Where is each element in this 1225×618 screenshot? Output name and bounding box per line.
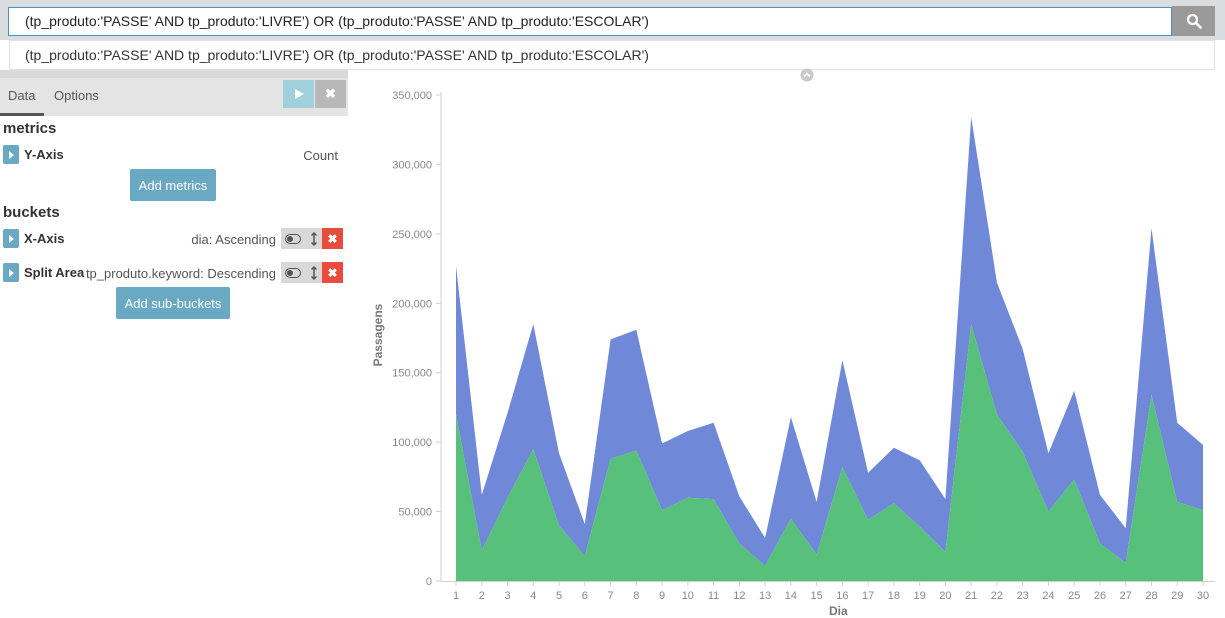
x-tick-label: 6 (582, 590, 588, 602)
x-tick-label: 10 (682, 590, 694, 602)
x-tick-label: 28 (1145, 590, 1157, 602)
drag-vertical-icon (310, 265, 317, 280)
tab-options[interactable]: Options (54, 88, 99, 103)
add-sub-buckets-button[interactable]: Add sub-buckets (116, 287, 230, 319)
close-icon: ✖ (325, 86, 336, 101)
x-axis-controls: ✖ (281, 228, 343, 249)
expand-y-axis-button[interactable] (3, 145, 19, 164)
remove-split-area-button[interactable]: ✖ (322, 262, 343, 283)
split-area-desc: tp_produto.keyword: Descending (85, 266, 276, 281)
toggle-split-area-button[interactable] (281, 262, 305, 283)
y-tick-label: 200,000 (392, 298, 432, 310)
x-tick-label: 3 (504, 590, 510, 602)
x-tick-label: 7 (607, 590, 613, 602)
move-split-area-handle[interactable] (305, 262, 322, 283)
x-tick-label: 11 (708, 590, 719, 602)
x-axis-title: Dia (829, 604, 848, 618)
x-tick-label: 1 (453, 590, 459, 602)
query-bar: (tp_produto:'PASSE' AND tp_produto:'LIVR… (0, 0, 1225, 40)
editor-sidebar: Data Options ✖ metrics Y-Axis Count Add … (0, 70, 348, 614)
x-tick-label: 22 (991, 590, 1003, 602)
caret-right-icon (9, 150, 14, 159)
y-tick-label: 250,000 (392, 229, 432, 241)
tab-active-indicator (0, 113, 44, 116)
play-icon (294, 89, 304, 99)
x-tick-label: 18 (888, 590, 900, 602)
x-tick-label: 23 (1017, 590, 1029, 602)
x-tick-label: 30 (1197, 590, 1209, 602)
expand-x-axis-button[interactable] (3, 229, 19, 248)
bucket-split-area-row: Split Area tp_produto.keyword: Descendin… (0, 262, 348, 285)
split-area-label: Split Area (24, 265, 85, 280)
query-input[interactable]: (tp_produto:'PASSE' AND tp_produto:'LIVR… (8, 7, 1172, 36)
sidebar-top-strip (0, 70, 348, 78)
metrics-section-title: metrics (3, 120, 57, 137)
toggle-icon (285, 233, 301, 244)
discard-changes-button[interactable]: ✖ (315, 80, 346, 108)
x-tick-label: 26 (1094, 590, 1106, 602)
x-tick-label: 25 (1068, 590, 1080, 602)
y-tick-label: 150,000 (392, 368, 432, 380)
x-tick-label: 16 (836, 590, 848, 602)
x-tick-label: 13 (759, 590, 771, 602)
y-tick-label: 350,000 (392, 90, 432, 102)
x-tick-label: 4 (530, 590, 536, 602)
x-tick-label: 9 (659, 590, 665, 602)
metric-y-axis-row: Y-Axis Count (0, 145, 348, 167)
move-x-axis-handle[interactable] (305, 228, 322, 249)
toggle-x-axis-button[interactable] (281, 228, 305, 249)
chart-axes: 0 50,000 100,000 150,000 200,000 250,000 300,0… (392, 90, 1215, 602)
caret-right-icon (9, 234, 14, 243)
x-tick-label: 8 (633, 590, 639, 602)
x-tick-label: 12 (733, 590, 745, 602)
x-tick-label: 15 (810, 590, 822, 602)
collapse-chevron-icon[interactable] (800, 68, 814, 82)
x-tick-label: 20 (939, 590, 951, 602)
remove-x-axis-button[interactable]: ✖ (322, 228, 343, 249)
series-area-livre (456, 324, 1203, 581)
buckets-section-title: buckets (3, 204, 60, 221)
x-axis-label: X-Axis (24, 231, 65, 246)
x-tick-label: 14 (785, 590, 797, 602)
y-tick-label: 0 (426, 576, 432, 588)
drag-vertical-icon (310, 231, 317, 246)
expand-split-area-button[interactable] (3, 263, 19, 282)
query-suggestion[interactable]: (tp_produto:'PASSE' AND tp_produto:'LIVR… (9, 40, 1215, 70)
search-button[interactable] (1172, 6, 1215, 36)
x-tick-label: 17 (862, 590, 874, 602)
search-icon (1186, 13, 1202, 29)
split-area-controls: ✖ (281, 262, 343, 283)
x-tick-label: 2 (479, 590, 485, 602)
y-tick-label: 50,000 (398, 507, 432, 519)
bucket-x-axis-row: X-Axis dia: Ascending ✖ (0, 228, 348, 251)
x-axis-desc: dia: Ascending (191, 232, 276, 247)
y-axis-desc: Count (303, 148, 338, 163)
add-metrics-button[interactable]: Add metrics (130, 169, 216, 201)
y-axis-label: Y-Axis (24, 147, 64, 162)
series-area-escolar (456, 117, 1203, 566)
x-tick-label: 21 (965, 590, 977, 602)
editor-tabs: Data Options ✖ (0, 78, 348, 116)
caret-right-icon (9, 268, 14, 277)
close-icon: ✖ (327, 265, 338, 280)
toggle-icon (285, 267, 301, 278)
y-tick-label: 300,000 (392, 159, 432, 171)
chart-series (456, 117, 1203, 581)
tab-data[interactable]: Data (8, 88, 35, 103)
x-tick-label: 29 (1171, 590, 1183, 602)
x-tick-label: 19 (914, 590, 926, 602)
x-tick-label: 24 (1042, 590, 1054, 602)
y-tick-label: 100,000 (392, 437, 432, 449)
x-tick-label: 27 (1120, 590, 1132, 602)
close-icon: ✖ (327, 231, 338, 246)
y-axis-title: Passagens (371, 303, 385, 367)
x-tick-label: 5 (556, 590, 562, 602)
apply-changes-button[interactable] (283, 80, 314, 108)
